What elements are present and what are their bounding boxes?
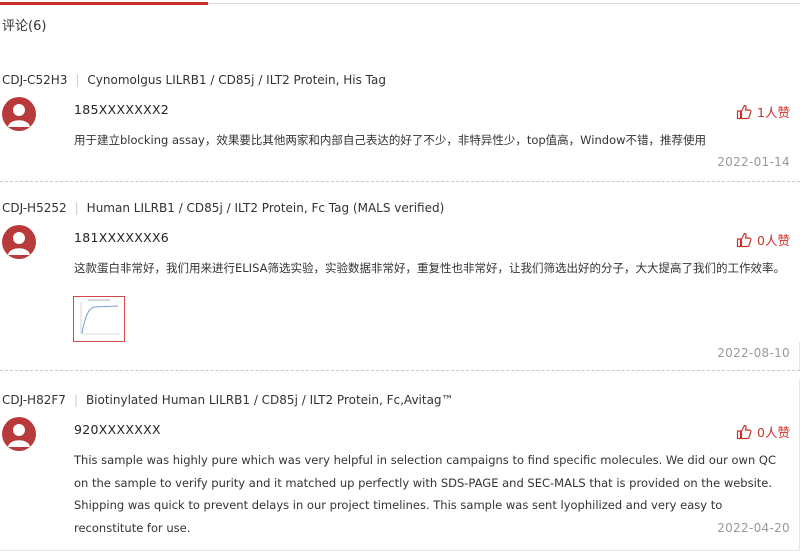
reviewer-name: 920XXXXXXX [74,422,161,437]
review-item: CDJ-H5252 | Human LILRB1 / CD85j / ILT2 Pr… [0,201,800,371]
reviewer-name: 181XXXXXXX6 [74,230,170,245]
user-avatar-icon [2,417,36,451]
like-count: 1人赞 [757,105,790,120]
product-sku: CDJ-C52H3 [2,73,68,87]
like-button[interactable]: 1人赞 [736,102,790,121]
product-name-link[interactable]: Human LILRB1 / CD85j / ILT2 Protein, Fc … [87,201,445,215]
product-name-link[interactable]: Cynomolgus LILRB1 / CD85j / ILT2 Protein… [87,73,386,87]
product-line: CDJ-C52H3 | Cynomolgus LILRB1 / CD85j / IL… [2,73,386,87]
review-date: 2022-08-10 [717,346,790,360]
like-button[interactable]: 0人赞 [736,422,790,441]
separator: | [74,201,79,215]
separator: | [73,393,78,407]
like-button[interactable]: 0人赞 [736,230,790,249]
review-item: CDJ-C52H3 | Cynomolgus LILRB1 / CD85j / IL… [0,73,800,183]
thumbs-up-icon [736,232,752,247]
like-count: 0人赞 [757,233,790,248]
user-avatar-icon [2,97,36,131]
reviewer-name: 185XXXXXXX2 [74,102,170,117]
like-count: 0人赞 [757,425,790,440]
review-divider [0,181,800,182]
review-date: 2022-01-14 [717,155,790,169]
review-text: 这款蛋白非常好，我们用来进行ELISA筛选实验，实验数据非常好，重复性也非常好，… [74,261,785,275]
product-sku: CDJ-H82F7 [2,393,66,407]
review-text: This sample was highly pure which was ve… [74,453,776,535]
active-tab-indicator [0,2,208,5]
binding-curve-thumbnail-icon [80,299,120,335]
review-text: 用于建立blocking assay，效果要比其他两家和内部自己表达的好了不少，… [74,133,707,147]
product-name-link[interactable]: Biotinylated Human LILRB1 / CD85j / ILT2… [86,393,454,407]
separator: | [75,73,80,87]
user-avatar-icon [2,225,36,259]
reviews-heading: 评论(6) [2,19,47,34]
review-divider [0,370,800,371]
thumbs-up-icon [736,424,752,439]
thumbs-up-icon [736,104,752,119]
product-sku: CDJ-H5252 [2,201,67,215]
review-image-thumbnail[interactable] [73,296,125,342]
review-item: CDJ-H82F7 | Biotinylated Human LILRB1 / CD… [0,393,800,550]
product-line: CDJ-H5252 | Human LILRB1 / CD85j / ILT2 Pr… [2,201,444,215]
product-line: CDJ-H82F7 | Biotinylated Human LILRB1 / CD… [2,393,454,407]
review-date: 2022-04-20 [717,521,790,535]
